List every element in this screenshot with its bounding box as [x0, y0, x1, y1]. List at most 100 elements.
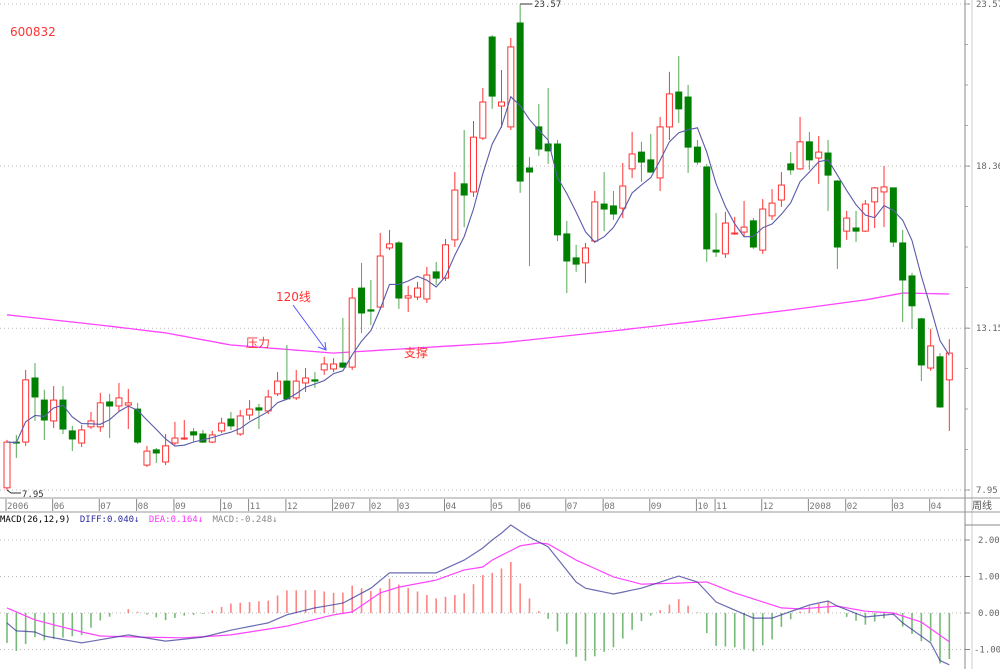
candle-body: [460, 183, 468, 196]
candle-body: [861, 203, 869, 232]
candle-body: [768, 202, 776, 217]
candle-down: [805, 131, 813, 170]
candle-body: [190, 431, 198, 436]
date-tick-label: 2006: [7, 502, 29, 512]
candle-body: [68, 430, 76, 440]
candle-down: [68, 425, 76, 452]
candle-body: [124, 402, 132, 406]
candle-up: [656, 116, 664, 191]
candle-body: [637, 151, 645, 163]
candle-body: [591, 201, 599, 242]
candle-up: [414, 281, 422, 300]
candle-up: [927, 328, 935, 371]
date-tick-label: 08: [604, 502, 615, 512]
candle-body: [619, 185, 627, 209]
ma120-line: [6, 292, 950, 354]
candle-body: [162, 445, 170, 463]
candle-up: [451, 172, 459, 247]
candle-body: [143, 450, 151, 466]
candle-up: [507, 37, 515, 131]
candle-body: [852, 227, 860, 232]
candle-down: [824, 139, 832, 211]
candle-body: [22, 379, 30, 443]
candle-up: [171, 421, 179, 445]
date-tick-label: 05: [492, 502, 503, 512]
candle-body: [507, 46, 515, 128]
candle-up: [218, 417, 226, 434]
diff-line: [6, 524, 950, 666]
candle-body: [246, 408, 254, 416]
candle-down: [152, 447, 160, 463]
candle-body: [348, 297, 356, 368]
candle-body: [815, 151, 823, 159]
candle-down: [917, 317, 925, 382]
date-tick-label: 07: [100, 502, 111, 512]
date-tick-label: 03: [893, 502, 904, 512]
candle-body: [647, 159, 655, 173]
stock-chart[interactable]: 23.57 18.36 13.15 7.95 2.00 1.00 0.00 -1.00 2006…: [0, 0, 1000, 669]
candle-body: [171, 437, 179, 444]
candle-down: [227, 411, 235, 430]
candle-up: [843, 210, 851, 240]
candle-body: [871, 187, 879, 203]
candle-body: [899, 242, 907, 281]
candle-down: [544, 88, 552, 164]
date-tick-label: 09: [651, 502, 662, 512]
candle-body: [787, 163, 795, 171]
candle-down: [367, 279, 375, 326]
candle-body: [180, 437, 188, 440]
candle-up: [665, 71, 673, 140]
candle-body: [330, 363, 338, 370]
candle-down: [311, 372, 319, 388]
candle-body: [311, 379, 319, 382]
axes-layer: 23.57 18.36 13.15 7.95 2.00 1.00 0.00 -1.00 2006…: [5, 0, 1000, 656]
candle-body: [777, 184, 785, 201]
candle-down: [899, 229, 907, 322]
candle-body: [367, 309, 375, 312]
candle-up: [404, 285, 412, 313]
candle-up: [78, 424, 86, 448]
candle-body: [600, 203, 608, 210]
candle-body: [59, 399, 67, 430]
candle-body: [497, 101, 505, 107]
candle-up: [143, 445, 151, 467]
candle-body: [731, 232, 739, 235]
date-tick-label: 10: [697, 502, 708, 512]
candle-body: [693, 146, 701, 163]
date-tick-label: 02: [371, 502, 382, 512]
date-tick-label: 11: [250, 502, 261, 512]
diff-readout: DIFF:0.040↓: [80, 515, 140, 525]
candle-up: [871, 186, 879, 229]
price-tick-label: 13.15: [976, 324, 1000, 334]
candle-down: [852, 210, 860, 243]
date-tick-label: 12: [763, 502, 774, 512]
candle-body: [889, 187, 897, 243]
candle-up: [777, 172, 785, 207]
candle-down: [936, 353, 944, 408]
date-tick-label: 04: [446, 502, 457, 512]
candle-down: [647, 134, 655, 173]
candle-body: [609, 205, 617, 215]
candle-up: [376, 232, 384, 310]
candle-body: [628, 153, 636, 170]
candle-body: [572, 257, 580, 265]
candle-down: [637, 141, 645, 182]
candles-layer: [3, 4, 953, 490]
candle-up: [330, 358, 338, 373]
candle-body: [927, 345, 935, 369]
annotation-arrow: [292, 304, 327, 351]
candle-body: [553, 143, 561, 236]
max-price-label: 23.57: [534, 0, 561, 10]
candle-body: [283, 380, 291, 400]
candle-up: [423, 266, 431, 304]
macd-tick-label: 1.00: [978, 573, 1000, 583]
candle-down: [572, 244, 580, 272]
macd-title: MACD(26,12,9): [0, 515, 70, 525]
dea-readout: DEA:0.164↓: [149, 515, 203, 525]
period-label[interactable]: 周线: [972, 499, 992, 512]
candle-body: [740, 226, 748, 233]
price-tick-label: 7.95: [976, 486, 998, 496]
date-tick-label: 09: [175, 502, 186, 512]
candle-body: [236, 415, 244, 435]
candle-up: [115, 382, 123, 411]
